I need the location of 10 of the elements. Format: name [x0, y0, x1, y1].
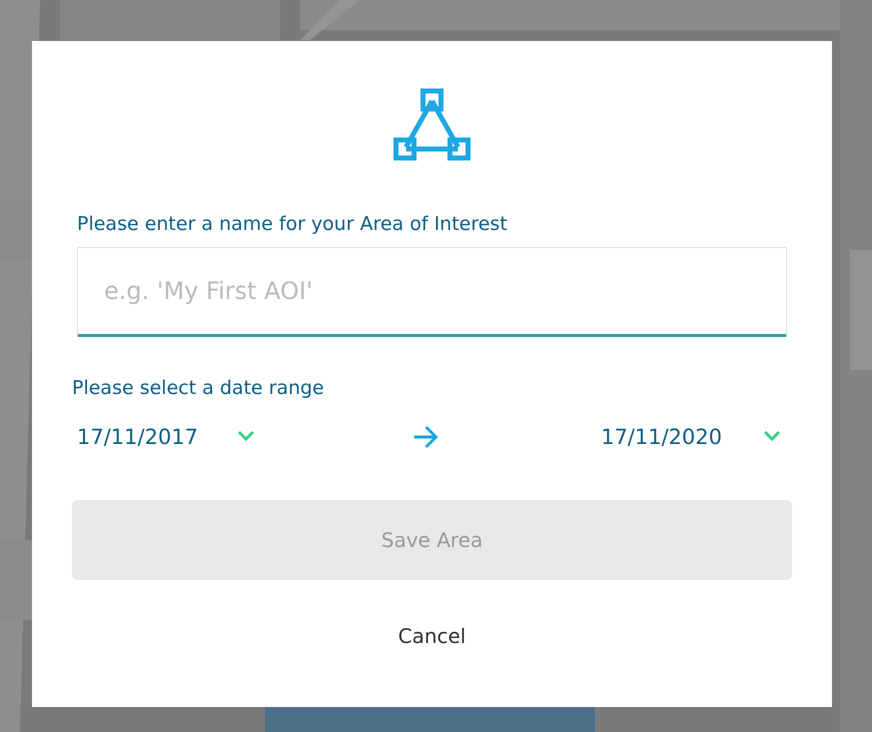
chevron-down-icon[interactable] — [762, 429, 782, 443]
arrow-right-icon — [412, 425, 440, 449]
date-range-label: Please select a date range — [72, 377, 326, 399]
name-label: Please enter a name for your Area of Interest — [77, 213, 508, 235]
name-field[interactable]: e.g. 'My First AOI' — [77, 247, 787, 337]
start-date[interactable]: 17/11/2017 — [72, 425, 198, 449]
triangle-vertices-icon — [392, 87, 472, 161]
end-date[interactable]: 17/11/2020 — [596, 425, 722, 449]
cancel-button[interactable]: Cancel — [390, 620, 474, 652]
chevron-down-icon[interactable] — [236, 429, 256, 443]
